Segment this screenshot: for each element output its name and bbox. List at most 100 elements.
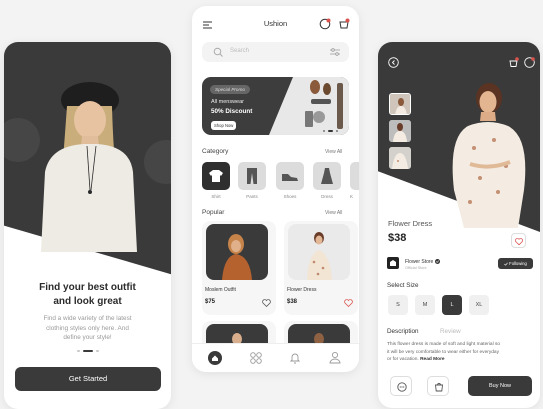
category-shirt[interactable] (202, 162, 230, 190)
search-bar[interactable]: Search (202, 42, 349, 62)
shoe-icon (282, 174, 298, 181)
store-status: Official Store (405, 266, 427, 270)
size-title: Select Size (387, 282, 419, 289)
store-name: Flower Store (405, 259, 440, 265)
product-price: $38 (287, 299, 298, 305)
chat-button[interactable] (390, 376, 412, 396)
product-thumbnail[interactable] (389, 147, 411, 169)
product-name: Moslem Outfit (205, 287, 236, 293)
product-price: $38 (388, 232, 407, 244)
product-card[interactable]: Moslem Outfit $75 (202, 221, 276, 315)
product-thumbnail[interactable] (389, 93, 411, 115)
thumbnail-image (389, 147, 411, 169)
category-view-all-link[interactable]: View All (325, 149, 342, 155)
tab-description[interactable]: Description (387, 328, 419, 335)
category-label: Shirt (211, 194, 221, 199)
share-icon[interactable] (524, 57, 535, 68)
page-dot-active[interactable] (82, 349, 93, 352)
onboarding-title: Find your best outfit and look great (14, 281, 161, 309)
category-more[interactable] (350, 162, 359, 190)
onboarding-title-line1: Find your best outfit (39, 282, 136, 293)
profile-icon[interactable] (329, 351, 341, 364)
heart-icon[interactable] (344, 299, 353, 307)
wishlist-button[interactable] (511, 233, 526, 248)
product-name: Flower Dress (388, 219, 433, 228)
following-button[interactable]: Following (498, 258, 533, 269)
check-icon (504, 262, 508, 266)
promo-tag: Special Promo (210, 85, 250, 94)
bell-icon[interactable] (290, 352, 300, 364)
category-shoes[interactable] (276, 162, 304, 190)
app-logo: Ushion (263, 19, 288, 28)
promo-dot-active[interactable] (328, 130, 333, 132)
category-label: Pants (246, 194, 258, 199)
heart-icon (515, 237, 523, 245)
size-option-m[interactable]: M (415, 295, 435, 315)
onboarding-subtitle-line2: clothing styles only here. And (46, 324, 129, 332)
product-thumbnail[interactable] (389, 120, 411, 142)
get-started-button[interactable]: Get Started (15, 367, 161, 391)
add-to-cart-button[interactable] (427, 376, 449, 396)
shop-now-button[interactable]: Shop Now (211, 121, 237, 130)
heart-icon[interactable] (262, 299, 271, 307)
tab-review[interactable]: Review (440, 328, 461, 335)
promo-dot[interactable] (336, 130, 338, 132)
description-line1: This flower dress is made of soft and li… (387, 342, 501, 347)
onboarding-subtitle-line3: define your style! (63, 334, 112, 341)
store-icon (390, 260, 396, 266)
product-name: Flower Dress (287, 287, 317, 293)
popular-title: Popular (202, 209, 225, 216)
buy-now-button[interactable]: Buy Now (468, 376, 532, 396)
shirt-icon (209, 170, 223, 182)
back-icon[interactable] (388, 57, 399, 68)
onboarding-title-line2: and look great (53, 296, 122, 307)
category-label: Dress (321, 194, 333, 199)
home-icon[interactable] (208, 351, 222, 365)
product-description: This flower dress is made of soft and li… (387, 341, 537, 364)
grid-icon[interactable] (250, 352, 262, 364)
category-label: Shoes (283, 194, 297, 199)
chat-icon (396, 381, 407, 392)
category-pants[interactable] (238, 162, 266, 190)
promo-line2: 50% Discount (211, 108, 253, 115)
popular-view-all-link[interactable]: View All (325, 210, 342, 216)
product-card[interactable]: Flower Dress $38 (284, 221, 358, 315)
description-line2: it will be very comfortable to wear eith… (387, 349, 499, 355)
product-image (288, 224, 350, 280)
page-dot[interactable] (95, 349, 99, 352)
hero-illustration (4, 82, 171, 252)
product-price: $75 (205, 299, 216, 305)
size-option-l[interactable]: L (442, 295, 462, 315)
read-more-link[interactable]: Read More (420, 357, 445, 362)
pagination-dots (4, 348, 171, 352)
filter-icon[interactable] (330, 48, 340, 56)
cart-icon[interactable] (338, 18, 350, 30)
store-logo (387, 257, 399, 269)
following-label: Following (509, 261, 527, 266)
cart-icon (434, 382, 443, 391)
onboarding-subtitle: Find a wide variety of the latest clothi… (34, 314, 141, 343)
pants-icon (247, 168, 257, 184)
cart-icon[interactable] (508, 57, 519, 68)
home-screen: Ushion Search Special Promo All menswear… (192, 6, 359, 372)
category-title: Category (202, 148, 229, 155)
flower-dress-illustration (307, 232, 332, 280)
size-option-xl[interactable]: XL (469, 295, 489, 315)
onboarding-screen: Find your best outfit and look great Fin… (4, 42, 171, 409)
promo-line1: All menswear (211, 99, 245, 105)
search-placeholder: Search (230, 48, 250, 54)
product-image (206, 224, 268, 280)
description-line3: or for vacation. (387, 357, 419, 362)
verified-icon (434, 259, 440, 265)
notification-icon[interactable] (319, 18, 331, 30)
bottom-navigation (192, 343, 359, 372)
category-dress[interactable] (313, 162, 341, 190)
page-dot[interactable] (76, 349, 80, 352)
product-detail-screen: Flower Dress $38 Flower Store Official S… (378, 42, 540, 408)
size-option-s[interactable]: S (388, 295, 408, 315)
thumbnail-image (389, 120, 411, 142)
promo-dot[interactable] (323, 130, 325, 132)
moslem-outfit-illustration (222, 234, 252, 280)
promo-banner[interactable]: Special Promo All menswear 50% Discount … (202, 77, 349, 135)
dress-icon (321, 168, 333, 184)
